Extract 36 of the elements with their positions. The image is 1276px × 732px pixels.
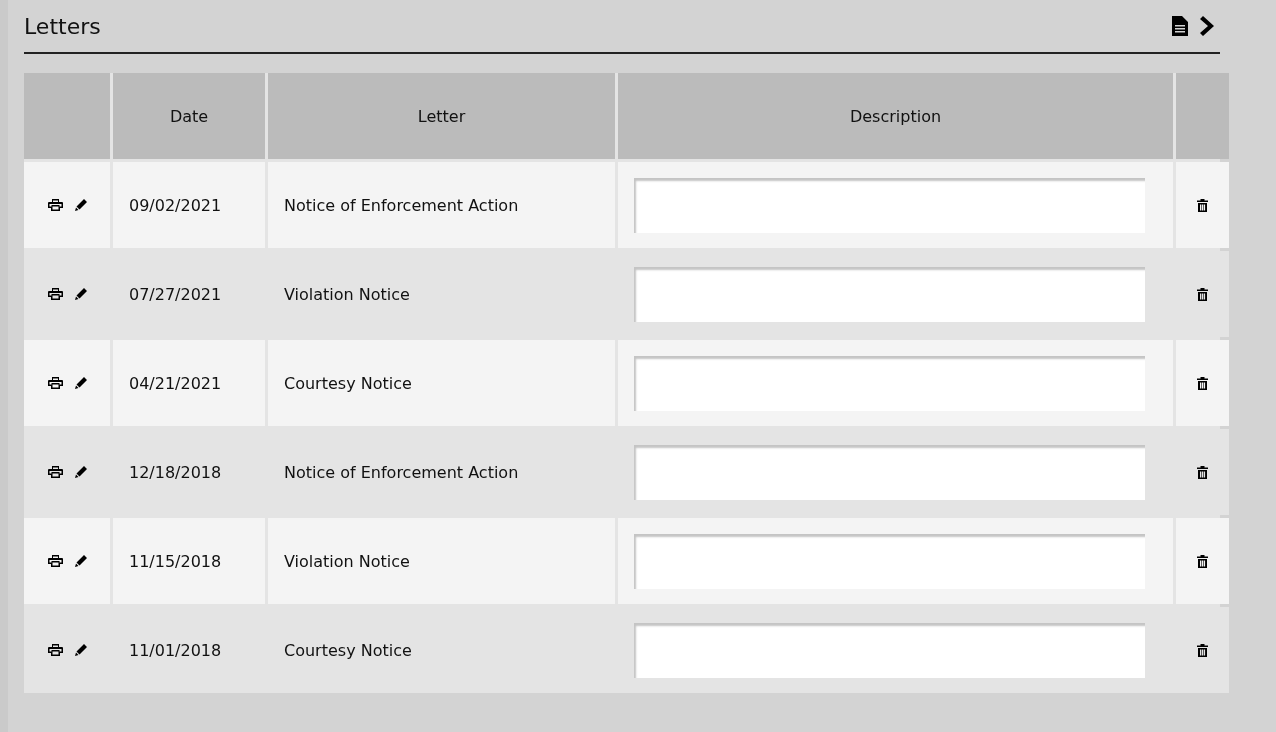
trash-icon[interactable] <box>1197 465 1208 479</box>
pencil-icon[interactable] <box>74 555 87 567</box>
pencil-icon[interactable] <box>74 377 87 389</box>
trash-icon[interactable] <box>1197 287 1208 301</box>
trash-icon[interactable] <box>1197 198 1208 212</box>
pencil-icon[interactable] <box>74 644 87 656</box>
description-field[interactable] <box>634 266 1145 322</box>
printer-icon[interactable] <box>47 644 63 656</box>
description-field[interactable] <box>634 622 1145 678</box>
printer-icon[interactable] <box>47 466 63 478</box>
trash-icon[interactable] <box>1197 554 1208 568</box>
document-icon[interactable] <box>1172 16 1188 36</box>
description-field[interactable] <box>634 355 1145 411</box>
column-header: Description <box>618 73 1173 159</box>
date-cell: 11/15/2018 <box>113 518 265 604</box>
chevron-right-icon[interactable] <box>1200 16 1214 36</box>
column-header: Date <box>113 73 265 159</box>
letter-cell: Violation Notice <box>268 518 615 604</box>
printer-icon[interactable] <box>47 288 63 300</box>
pencil-icon[interactable] <box>74 288 87 300</box>
letter-cell: Notice of Enforcement Action <box>268 162 615 248</box>
trash-icon[interactable] <box>1197 376 1208 390</box>
trash-icon[interactable] <box>1197 643 1208 657</box>
printer-icon[interactable] <box>47 555 63 567</box>
panel-title: Letters <box>24 13 102 39</box>
letter-cell: Courtesy Notice <box>268 340 615 426</box>
date-cell: 09/02/2021 <box>113 162 265 248</box>
printer-icon[interactable] <box>47 377 63 389</box>
description-field[interactable] <box>634 533 1145 589</box>
printer-icon[interactable] <box>47 199 63 211</box>
column-header: Letter <box>268 73 615 159</box>
description-field[interactable] <box>634 444 1145 500</box>
pencil-icon[interactable] <box>74 466 87 478</box>
description-field[interactable] <box>634 177 1145 233</box>
date-cell: 04/21/2021 <box>113 340 265 426</box>
pencil-icon[interactable] <box>74 199 87 211</box>
